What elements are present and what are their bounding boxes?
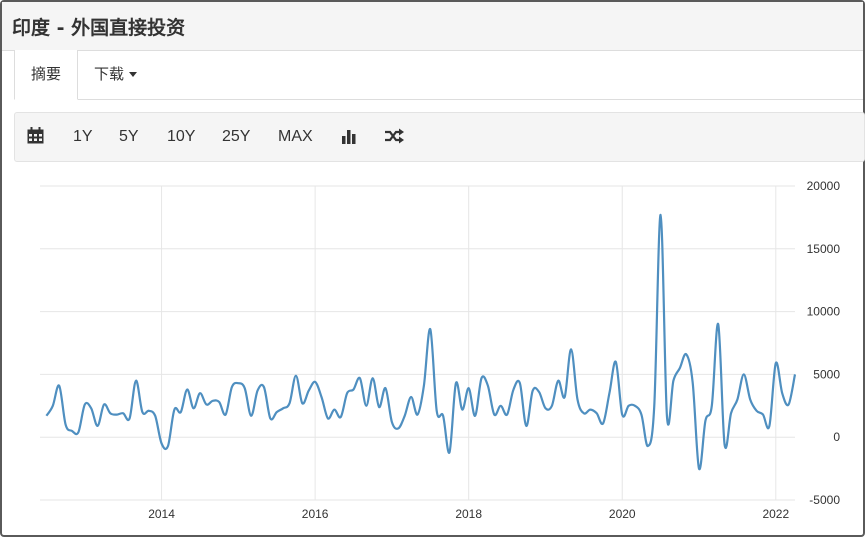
- y-tick-label: 20000: [807, 179, 841, 193]
- line-chart: 20000 15000 10000 5000 0 -5000 2014 2016 2018 202…: [40, 179, 841, 521]
- range-max-button[interactable]: MAX: [278, 113, 313, 161]
- chart-area: 20000 15000 10000 5000 0 -5000 2014 2016 2018 202…: [2, 162, 863, 535]
- y-tick-label: -5000: [809, 493, 840, 507]
- range-5y-button[interactable]: 5Y: [119, 113, 139, 161]
- title-bar: 印度 - 外国直接投资: [2, 2, 863, 51]
- y-tick-label: 15000: [807, 242, 841, 256]
- caret-down-icon: [129, 72, 138, 77]
- y-tick-label: 0: [833, 430, 840, 444]
- widget-frame: 印度 - 外国直接投资 摘要 下载 1Y 5Y 10Y 25Y MAX 2000…: [0, 0, 865, 537]
- range-25y-button[interactable]: 25Y: [222, 113, 250, 161]
- x-tick-label: 2020: [609, 507, 636, 521]
- shuffle-icon[interactable]: [385, 128, 405, 148]
- page-title: 印度 - 外国直接投资: [12, 17, 186, 39]
- tab-summary-label: 摘要: [30, 65, 61, 83]
- bar-chart-icon[interactable]: [341, 128, 357, 148]
- x-tick-label: 2016: [302, 507, 329, 521]
- calendar-icon[interactable]: [27, 127, 44, 148]
- tab-download[interactable]: 下载: [94, 50, 164, 99]
- y-tick-label: 10000: [807, 305, 841, 319]
- chart-toolbar: 1Y 5Y 10Y 25Y MAX: [14, 112, 865, 162]
- series-line: [45, 213, 797, 470]
- x-tick-label: 2018: [455, 507, 482, 521]
- y-tick-label: 5000: [813, 367, 840, 381]
- x-tick-label: 2014: [148, 507, 175, 521]
- tab-bar: 摘要 下载: [14, 50, 863, 100]
- range-1y-button[interactable]: 1Y: [73, 113, 93, 161]
- tab-download-label: 下载: [94, 65, 125, 83]
- range-10y-button[interactable]: 10Y: [167, 113, 195, 161]
- x-tick-label: 2022: [762, 507, 789, 521]
- tab-summary[interactable]: 摘要: [14, 50, 78, 100]
